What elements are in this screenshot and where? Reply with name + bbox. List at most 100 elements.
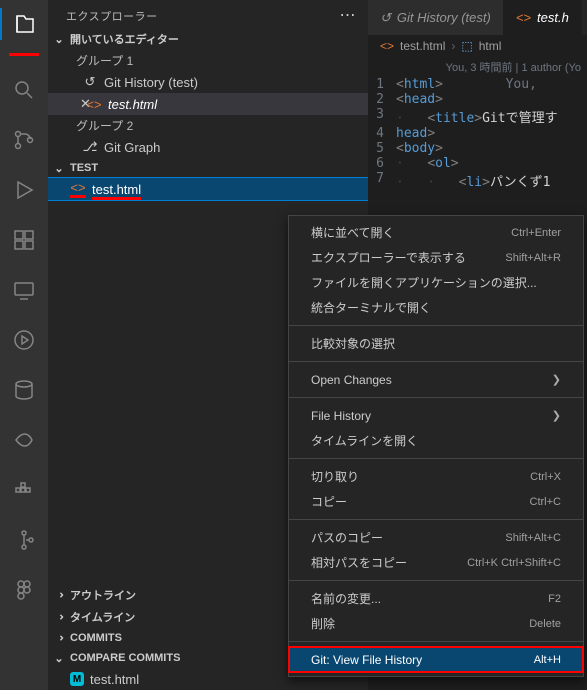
chevron-down-icon: ⌄ [52, 651, 66, 665]
open-editors-header[interactable]: ⌄ 開いているエディター [48, 28, 368, 50]
chevron-down-icon: ⌄ [52, 32, 66, 46]
highlight-underline [9, 53, 39, 56]
activity-run-icon[interactable] [0, 174, 48, 206]
tab-bar: ↺ Git History (test) <> test.h [368, 0, 587, 35]
menu-separator [289, 519, 583, 520]
more-icon[interactable]: ⋯ [340, 8, 357, 24]
breadcrumb[interactable]: <> test.html › ⬚ html [368, 35, 587, 57]
menu-item[interactable]: コピー Ctrl+C [289, 489, 583, 514]
item-label: test.html [108, 97, 157, 112]
activity-remote-icon[interactable] [0, 274, 48, 306]
code-line[interactable]: 4head> [368, 126, 587, 141]
menu-separator [289, 361, 583, 362]
keyboard-shortcut: Ctrl+K Ctrl+Shift+C [467, 557, 561, 569]
activity-bar [0, 0, 48, 690]
keyboard-shortcut: Shift+Alt+R [505, 252, 561, 264]
tab-label: test.h [537, 10, 569, 25]
menu-item[interactable]: 削除 Delete [289, 611, 583, 636]
menu-item[interactable]: 相対パスをコピー Ctrl+K Ctrl+Shift+C [289, 550, 583, 575]
breadcrumb-item[interactable]: html [479, 39, 502, 53]
section-label: 開いているエディター [70, 31, 179, 47]
keyboard-shortcut: Ctrl+Enter [511, 227, 561, 239]
menu-item-label: 比較対象の選択 [311, 335, 395, 352]
code-lens[interactable]: You, 3 時間前 | 1 author (Yo [368, 57, 587, 77]
code-line[interactable]: 1<html> You, [368, 77, 587, 92]
menu-item-label: ファイルを開くアプリケーションの選択... [311, 274, 537, 291]
activity-play-circle-icon[interactable] [0, 324, 48, 356]
activity-source-control-icon[interactable] [0, 124, 48, 156]
activity-share-icon[interactable] [0, 424, 48, 456]
keyboard-shortcut: Alt+H [534, 654, 561, 666]
activity-figma-icon[interactable] [0, 574, 48, 606]
modified-badge: M [70, 672, 84, 686]
chevron-right-icon: › [451, 39, 455, 53]
code-line[interactable]: 7· · <li>パンくず1 [368, 171, 587, 190]
file-test-html[interactable]: <> test.html [48, 178, 368, 200]
history-icon: ↺ [380, 10, 391, 26]
menu-separator [289, 325, 583, 326]
menu-separator [289, 458, 583, 459]
menu-item[interactable]: タイムラインを開く [289, 428, 583, 453]
section-label: タイムライン [70, 609, 135, 625]
chevron-right-icon: ❯ [552, 409, 561, 422]
activity-docker-icon[interactable] [0, 474, 48, 506]
chevron-right-icon: ⌄ [52, 588, 66, 602]
menu-item-label: 名前の変更... [311, 590, 381, 607]
chevron-right-icon: ⌄ [52, 610, 66, 624]
breadcrumb-item[interactable]: test.html [400, 39, 445, 53]
tab-test-html[interactable]: <> test.h [504, 0, 582, 35]
menu-item-label: File History [311, 409, 371, 423]
menu-item[interactable]: 切り取りCtrl+X [289, 464, 583, 489]
activity-search-icon[interactable] [0, 74, 48, 106]
tab-git-history[interactable]: ↺ Git History (test) [368, 0, 504, 35]
html-icon: <> [86, 97, 102, 112]
activity-git-icon[interactable] [0, 524, 48, 556]
code-line[interactable]: 2<head> [368, 92, 587, 107]
keyboard-shortcut: Ctrl+X [530, 471, 561, 483]
graph-icon: ⎇ [82, 139, 98, 155]
menu-item-label: パスのコピー [311, 529, 383, 546]
menu-item[interactable]: 横に並べて開くCtrl+Enter [289, 220, 583, 245]
line-number: 1 [368, 77, 396, 92]
open-editor-git-history[interactable]: ↺ Git History (test) [48, 71, 368, 93]
activity-extensions-icon[interactable] [0, 224, 48, 256]
explorer-title: エクスプローラー [66, 8, 158, 24]
code-line[interactable]: 3· <title>Gitで管理す [368, 107, 587, 126]
activity-files-icon[interactable] [0, 8, 48, 40]
menu-item[interactable]: 比較対象の選択 [289, 331, 583, 356]
code-line[interactable]: 6· <ol> [368, 156, 587, 171]
menu-item-label: 削除 [311, 615, 335, 632]
code-line[interactable]: 5<body> [368, 141, 587, 156]
open-editor-git-graph[interactable]: ⎇ Git Graph [48, 136, 368, 158]
close-icon[interactable]: ✕ [64, 96, 80, 112]
code-editor[interactable]: 1<html> You,2<head>3· <title>Gitで管理す4hea… [368, 77, 587, 190]
menu-item[interactable]: 名前の変更... F2 [289, 586, 583, 611]
menu-item[interactable]: 統合ターミナルで開く [289, 295, 583, 320]
group-2-label: グループ 2 [48, 115, 368, 136]
brackets-icon: ⬚ [461, 39, 472, 53]
menu-item[interactable]: エクスプローラーで表示するShift+Alt+R [289, 245, 583, 270]
line-number: 4 [368, 126, 396, 141]
keyboard-shortcut: Shift+Alt+C [505, 532, 561, 544]
menu-separator [289, 580, 583, 581]
line-number: 6 [368, 156, 396, 171]
menu-item[interactable]: パスのコピー Shift+Alt+C [289, 525, 583, 550]
menu-item[interactable]: File History ❯ [289, 403, 583, 428]
keyboard-shortcut: Ctrl+C [530, 496, 561, 508]
keyboard-shortcut: F2 [548, 593, 561, 605]
html-icon: <> [516, 10, 531, 25]
open-editor-test-html[interactable]: ✕ <> test.html [48, 93, 368, 115]
chevron-down-icon: ⌄ [52, 161, 66, 175]
keyboard-shortcut: Delete [529, 618, 561, 630]
activity-database-icon[interactable] [0, 374, 48, 406]
menu-item-label: コピー [311, 493, 347, 510]
item-label: test.html [92, 182, 141, 197]
menu-item[interactable]: Open Changes❯ [289, 367, 583, 392]
menu-separator [289, 641, 583, 642]
menu-item[interactable]: ファイルを開くアプリケーションの選択... [289, 270, 583, 295]
line-number: 5 [368, 141, 396, 156]
menu-item-label: 相対パスをコピー [311, 554, 407, 571]
project-header[interactable]: ⌄ TEST [48, 158, 368, 178]
menu-item[interactable]: Git: View File HistoryAlt+H [289, 647, 583, 672]
context-menu: 横に並べて開くCtrl+Enterエクスプローラーで表示するShift+Alt+… [288, 215, 584, 677]
